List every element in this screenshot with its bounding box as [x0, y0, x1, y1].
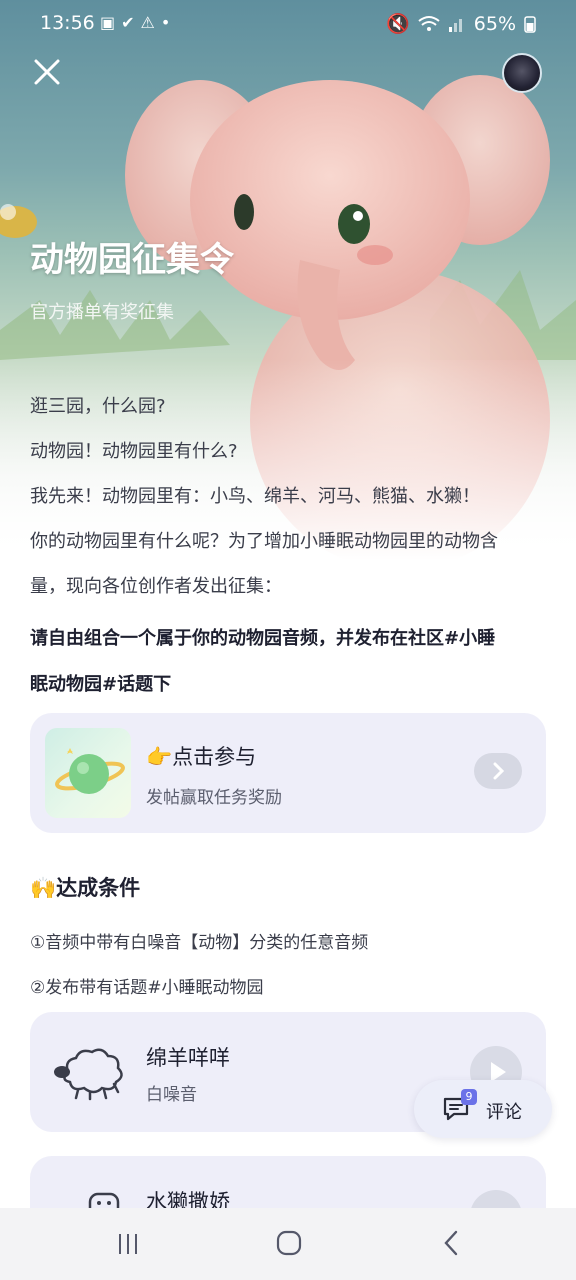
wifi-icon: [418, 15, 440, 31]
sheep-icon: [54, 1048, 123, 1101]
chevron-right-icon: [493, 762, 505, 780]
system-nav-bar: [0, 1208, 576, 1280]
participate-subtitle: 发帖赢取任务奖励: [146, 788, 282, 808]
condition-item: ①音频中带有白噪音【动物】分类的任意音频: [30, 933, 369, 953]
battery-level: 65%: [473, 12, 516, 35]
intro-line: 你的动物园里有什么呢？为了增加小睡眠动物园里的动物含: [30, 531, 498, 552]
intro-line: 我先来！动物园里有：小鸟、绵羊、河马、熊猫、水獭！: [30, 486, 480, 507]
participate-title: 👉点击参与: [146, 745, 257, 769]
mute-icon: 🔇: [386, 13, 410, 35]
conditions-title: 🙌达成条件: [30, 876, 141, 900]
image-icon: ▣: [100, 13, 122, 32]
close-button[interactable]: [30, 55, 64, 89]
participate-arrow-button[interactable]: [474, 753, 522, 789]
close-icon: [34, 59, 60, 85]
call-to-action-text: 请自由组合一个属于你的动物园音频，并发布在社区#小睡 眠动物园#话题下: [30, 616, 550, 708]
status-time: 13:56: [40, 12, 95, 34]
comment-count-badge: 9: [461, 1089, 477, 1105]
cta-line-2: 眠动物园#话题下: [30, 674, 172, 695]
planet-thumbnail: [45, 728, 131, 818]
user-avatar[interactable]: [502, 53, 542, 93]
intro-line: 逛三园，什么园?: [30, 396, 166, 417]
page-subtitle: 官方播单有奖征集: [30, 302, 174, 323]
planet-icon: [55, 748, 125, 794]
signal-icon: [448, 18, 462, 32]
intro-line: 动物园！动物园里有什么?: [30, 441, 238, 462]
check-icon: ✔: [121, 13, 141, 32]
audio-category: 白噪音: [146, 1085, 197, 1105]
intro-line: 量，现向各位创作者发出征集：: [30, 576, 282, 597]
notification-icons: ▣✔⚠•: [100, 13, 176, 32]
condition-item: ②发布带有话题#小睡眠动物园: [30, 978, 264, 998]
comment-button[interactable]: 9 评论: [414, 1080, 552, 1138]
back-button[interactable]: [440, 1230, 464, 1256]
status-bar: 13:56 ▣✔⚠• 🔇 65%: [0, 0, 576, 48]
home-button[interactable]: [276, 1230, 302, 1256]
dot-icon: •: [160, 13, 177, 32]
page-title: 动物园征集令: [30, 240, 234, 280]
cta-line-1: 请自由组合一个属于你的动物园音频，并发布在社区#小睡: [30, 628, 496, 649]
warning-icon: ⚠: [140, 13, 161, 32]
system-icons: 🔇 65%: [386, 12, 536, 35]
participate-card[interactable]: 👉点击参与 发帖赢取任务奖励: [30, 713, 546, 833]
recent-apps-button[interactable]: [116, 1232, 140, 1256]
battery-icon: [524, 15, 536, 33]
audio-title: 绵羊咩咩: [146, 1046, 230, 1070]
comment-label: 评论: [486, 1102, 522, 1123]
